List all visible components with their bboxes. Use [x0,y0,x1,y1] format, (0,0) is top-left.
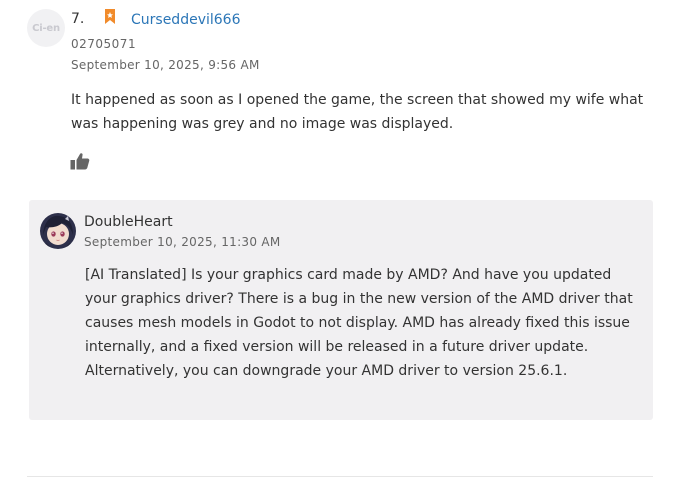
reply-author[interactable]: DoubleHeart [84,214,173,230]
reply-body: [AI Translated] Is your graphics card ma… [85,267,633,379]
reply-avatar[interactable] [40,213,76,249]
reply-box: DoubleHeart September 10, 2025, 11:30 AM… [29,200,653,420]
bookmark-icon [105,9,115,24]
comment-number: 7. [71,11,85,27]
user-id: 02705071 [71,37,137,51]
anime-avatar-icon [40,213,76,249]
username-link[interactable]: Curseddevil666 [131,12,240,28]
thumbs-up-icon[interactable] [70,152,90,170]
reply-date: September 10, 2025, 11:30 AM [84,235,281,249]
comment-body: It happened as soon as I opened the game… [71,92,644,132]
comment-date: September 10, 2025, 9:56 AM [71,58,260,72]
avatar[interactable]: Ci-en [27,9,65,47]
divider [27,476,653,477]
